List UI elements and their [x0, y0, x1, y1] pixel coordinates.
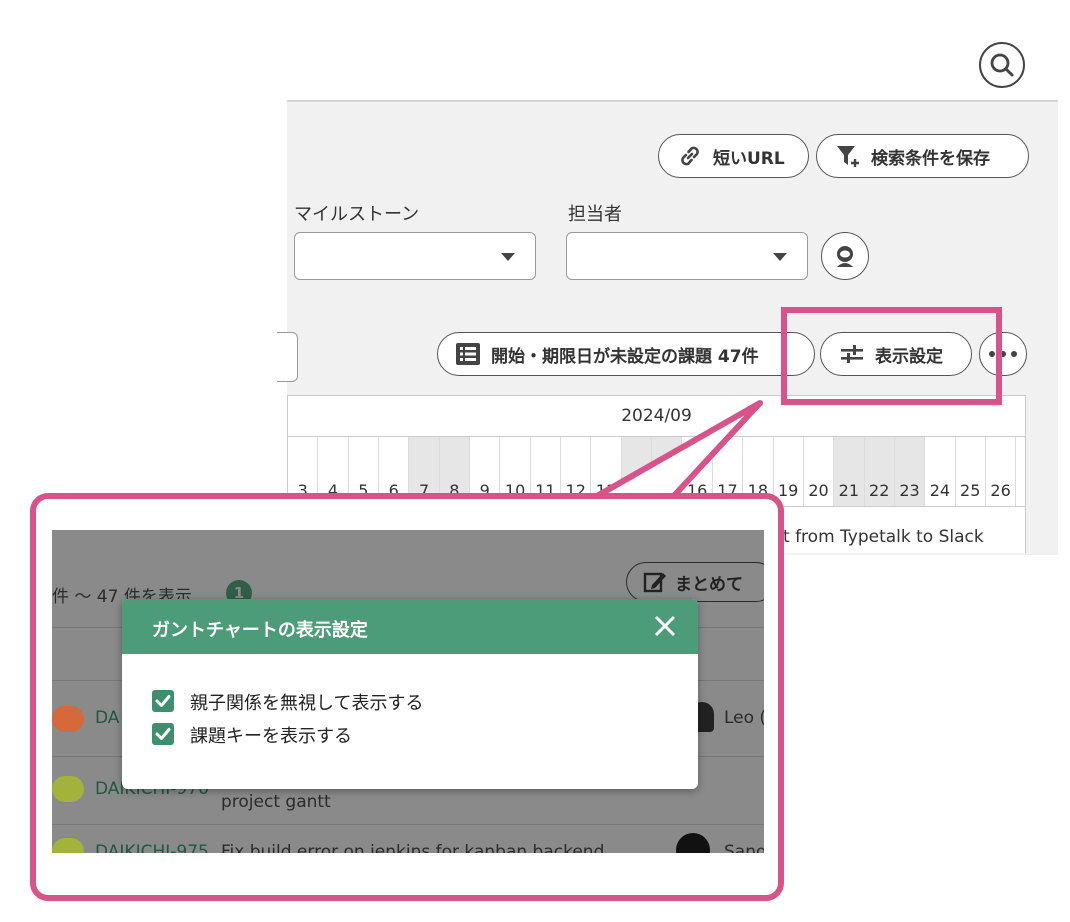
- chevron-down-icon: [773, 253, 787, 261]
- milestone-select[interactable]: [294, 232, 536, 280]
- check-icon: [155, 695, 171, 707]
- assignee-label: 担当者: [568, 204, 622, 225]
- issue-type-tag: [52, 706, 84, 732]
- close-icon[interactable]: [650, 611, 680, 641]
- issue-type-tag: [52, 776, 84, 802]
- assign-self-button[interactable]: [821, 232, 869, 280]
- milestone-label: マイルストーン: [294, 204, 420, 225]
- issue-key[interactable]: DA: [95, 708, 119, 728]
- filter-add-icon: [837, 146, 859, 167]
- row-divider: [52, 824, 764, 825]
- show-issue-key-label[interactable]: 課題キーを表示する: [190, 722, 352, 748]
- gantt-day: 22: [864, 437, 895, 506]
- gantt-day: 21: [834, 437, 865, 506]
- short-url-button[interactable]: 短いURL: [658, 134, 809, 178]
- chevron-down-icon: [501, 253, 515, 261]
- gantt-row-summary: t from Typetalk to Slack: [783, 527, 984, 547]
- issue-key[interactable]: DAIKICHI-975: [95, 842, 209, 853]
- dialog-title: ガントチャートの表示設定: [152, 620, 368, 641]
- ignore-parent-checkbox[interactable]: [152, 690, 174, 712]
- user-icon: [837, 246, 853, 267]
- show-issue-key-checkbox[interactable]: [152, 723, 174, 745]
- save-search-button[interactable]: 検索条件を保存: [816, 134, 1029, 178]
- assignee-name: Leo (: [724, 708, 764, 728]
- search-icon: [990, 53, 1014, 77]
- unset-issues-button[interactable]: 開始・期限日が未設定の課題 47件: [437, 332, 815, 376]
- issue-type-tag: [52, 838, 84, 853]
- search-button[interactable]: [979, 42, 1025, 88]
- dialog-header: ガントチャートの表示設定: [122, 599, 698, 654]
- ignore-parent-label[interactable]: 親子関係を無視して表示する: [190, 689, 423, 715]
- issue-summary: project gantt: [221, 792, 331, 812]
- bulk-edit-label: まとめて: [675, 574, 743, 595]
- bulk-edit-button[interactable]: まとめて: [626, 562, 764, 602]
- gantt-settings-dialog: ガントチャートの表示設定 親子関係を無視して表示する 課題キーを表示する: [122, 599, 698, 789]
- list-icon: [456, 343, 480, 365]
- avatar: [676, 833, 710, 853]
- link-icon: [681, 146, 699, 166]
- check-icon: [155, 728, 171, 740]
- filter-input-edge[interactable]: [277, 332, 298, 382]
- gantt-day: 26: [986, 437, 1017, 506]
- issue-summary: Fix build error on jenkins for kanban ba…: [221, 842, 605, 853]
- short-url-label: 短いURL: [713, 148, 785, 169]
- highlight-box: [781, 307, 1002, 405]
- unset-issues-label: 開始・期限日が未設定の課題 47件: [491, 346, 759, 367]
- gantt-day: 23: [894, 437, 926, 506]
- gantt-day: 20: [804, 437, 835, 506]
- save-search-label: 検索条件を保存: [871, 148, 990, 169]
- edit-icon: [643, 572, 666, 593]
- gantt-day: 2: [1016, 437, 1025, 506]
- assignee-name: Sano: [724, 842, 764, 853]
- gantt-day: 25: [956, 437, 986, 506]
- assignee-select[interactable]: [566, 232, 808, 280]
- gantt-day: 24: [925, 437, 956, 506]
